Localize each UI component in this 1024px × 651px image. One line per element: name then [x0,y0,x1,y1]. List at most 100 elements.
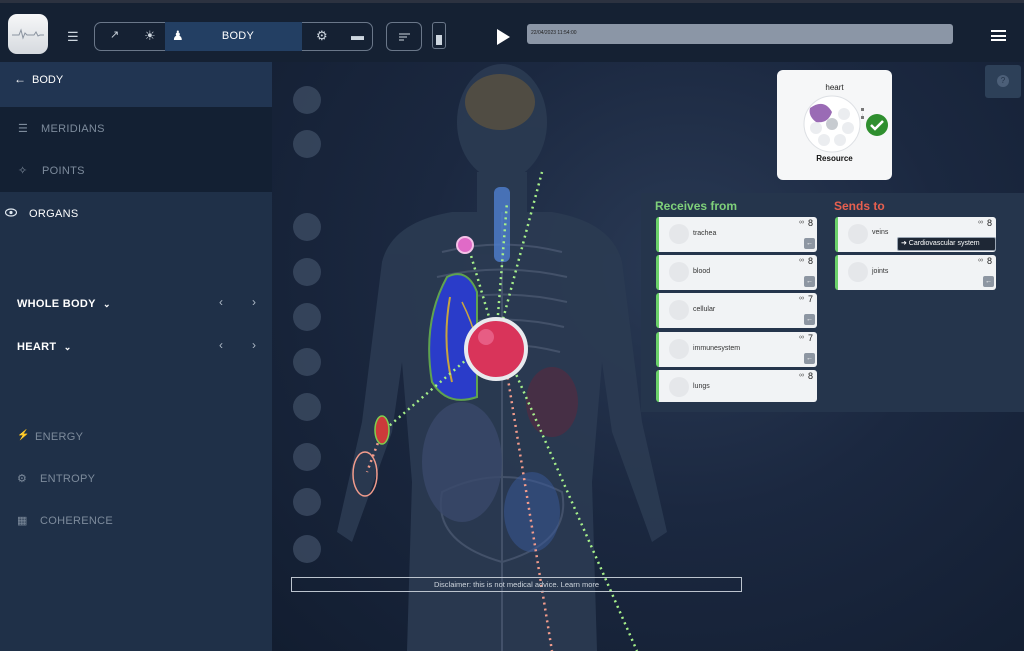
link-icon: ∞ [799,295,804,302]
list-icon[interactable]: ☰ [67,30,79,43]
link-icon: ∞ [799,334,804,341]
flow-name: lungs [693,383,710,390]
chevron-down-icon: ⌄ [102,299,111,309]
metric-label: ENTROPY [40,473,96,485]
sort-icon [399,33,410,41]
link-icon: ∞ [799,257,804,264]
back-label: BODY [32,74,64,86]
sparkle-icon: ✧ [18,165,28,177]
help-button[interactable]: ? [985,65,1021,98]
flow-name: veins [872,229,889,236]
flow-count: 7 [807,333,813,343]
back-button[interactable]: ← BODY [0,62,272,107]
selector-heart[interactable]: HEART ⌄ [17,341,117,357]
help-icon: ? [997,75,1009,87]
metric-entropy[interactable]: ⚙ ENTROPY [17,472,217,488]
timeline-bar[interactable]: 22/04/2023 11:54:00 [527,24,953,44]
link-icon: ∞ [978,219,983,226]
chevron-down-icon: ⌄ [63,342,72,352]
dots-icon[interactable]: ⚙ [316,29,328,42]
organ-card[interactable]: heart Resource [777,70,892,180]
metric-label: ENERGY [35,431,84,443]
flow-name: cellular [693,306,716,313]
trend-icon[interactable]: ↗ [110,30,119,41]
flow-count: 8 [986,256,992,266]
sends-card-joints[interactable]: joints ∞ 8 ← [835,255,996,290]
battery-icon [436,35,442,45]
metric-coherence[interactable]: ▦ COHERENCE [17,514,217,530]
sidebar-item-label: MERIDIANS [41,123,105,135]
flow-name: blood [693,268,711,275]
link-icon: ∞ [799,219,804,226]
selector-label: HEART [17,341,57,353]
heart-organ-icon [803,95,861,153]
link-icon: ∞ [978,257,983,264]
organ-icon [848,224,868,244]
chevron-right-icon[interactable]: › [252,338,256,352]
organ-icon [669,224,689,244]
selector-whole-body[interactable]: WHOLE BODY ⌄ [17,298,117,314]
sun-icon[interactable]: ☀ [144,29,156,42]
flow-count: 8 [807,371,813,381]
cardiovascular-tooltip: ➜ Cardiovascular system [897,237,996,251]
organ-icon [669,262,689,282]
sidebar-item-organs[interactable]: ORGANS [5,207,255,223]
grid-icon: ▦ [17,515,28,527]
arrow-left-icon[interactable]: ← [804,238,815,249]
chevron-left-icon[interactable]: ‹ [219,295,223,309]
top-bar: ☰ ↗ ☀ ♟ BODY ⚙ ▬ 22/04/2023 11:54:00 [0,0,1024,62]
person-icon[interactable]: ♟ [172,29,184,42]
flow-count: 8 [986,218,992,228]
receives-card-immunesystem[interactable]: immunesystem ∞ 7 ← [656,332,817,367]
mode-label: BODY [221,30,255,42]
app-logo[interactable] [8,14,48,54]
hamburger-icon[interactable] [991,30,1006,41]
card-icon[interactable]: ▬ [351,29,364,42]
chevron-right-icon[interactable]: › [252,295,256,309]
flow-name: immunesystem [693,345,741,352]
sidebar-item-points[interactable]: ✧ POINTS [18,164,258,180]
organ-icon [669,300,689,320]
sidebar-item-meridians[interactable]: ☰ MERIDIANS [18,122,258,138]
receives-card-trachea[interactable]: trachea ∞ 8 ← [656,217,817,252]
arrow-left-icon[interactable]: ← [804,353,815,364]
organ-icon [669,339,689,359]
back-arrow-icon: ← [14,72,26,86]
sidebar: ← BODY ☰ MERIDIANS ✧ POINTS ORGANS WHOLE… [0,62,272,651]
disclaimer-banner[interactable]: Disclaimer: this is not medical advice. … [291,577,742,592]
selector-label: WHOLE BODY [17,298,96,310]
timeline-timestamp: 22/04/2023 11:54:00 [531,30,577,36]
receives-card-blood[interactable]: blood ∞ 8 ← [656,255,817,290]
flow-count: 8 [807,256,813,266]
flow-name: joints [872,268,889,275]
organ-icon [669,377,689,397]
disclaimer-text: Disclaimer: this is not medical advice. … [433,580,600,589]
flow-count: 7 [807,294,813,304]
check-icon [866,114,888,136]
flow-panel: Receives from Sends to trachea ∞ 8 ← blo… [641,193,1024,412]
arrow-left-icon[interactable]: ← [983,276,994,287]
organ-card-subtitle: Resource [816,154,853,163]
flow-count: 8 [807,218,813,228]
list-icon: ☰ [18,123,29,135]
device-button[interactable] [432,22,446,49]
flow-name: trachea [693,230,717,237]
sidebar-item-label: POINTS [42,165,85,177]
receives-card-lungs[interactable]: lungs ∞ 8 [656,370,817,402]
receives-title: Receives from [655,199,738,213]
arrow-left-icon[interactable]: ← [804,276,815,287]
sidebar-item-label: ORGANS [29,208,79,220]
metric-energy[interactable]: ⚡ ENERGY [17,430,217,446]
chevron-left-icon[interactable]: ‹ [219,338,223,352]
eye-icon [5,208,17,217]
receives-card-cellular[interactable]: cellular ∞ 7 ← [656,293,817,328]
play-icon[interactable] [497,29,510,45]
body-viewport[interactable]: ? heart Resource Receives from Sends to … [272,62,1024,651]
bolt-icon: ⚡ [17,430,30,441]
organ-icon [848,262,868,282]
sort-button[interactable] [386,22,422,51]
link-icon: ∞ [799,372,804,379]
organ-card-title: heart [825,83,844,92]
gear-icon: ⚙ [17,473,28,485]
arrow-left-icon[interactable]: ← [804,314,815,325]
